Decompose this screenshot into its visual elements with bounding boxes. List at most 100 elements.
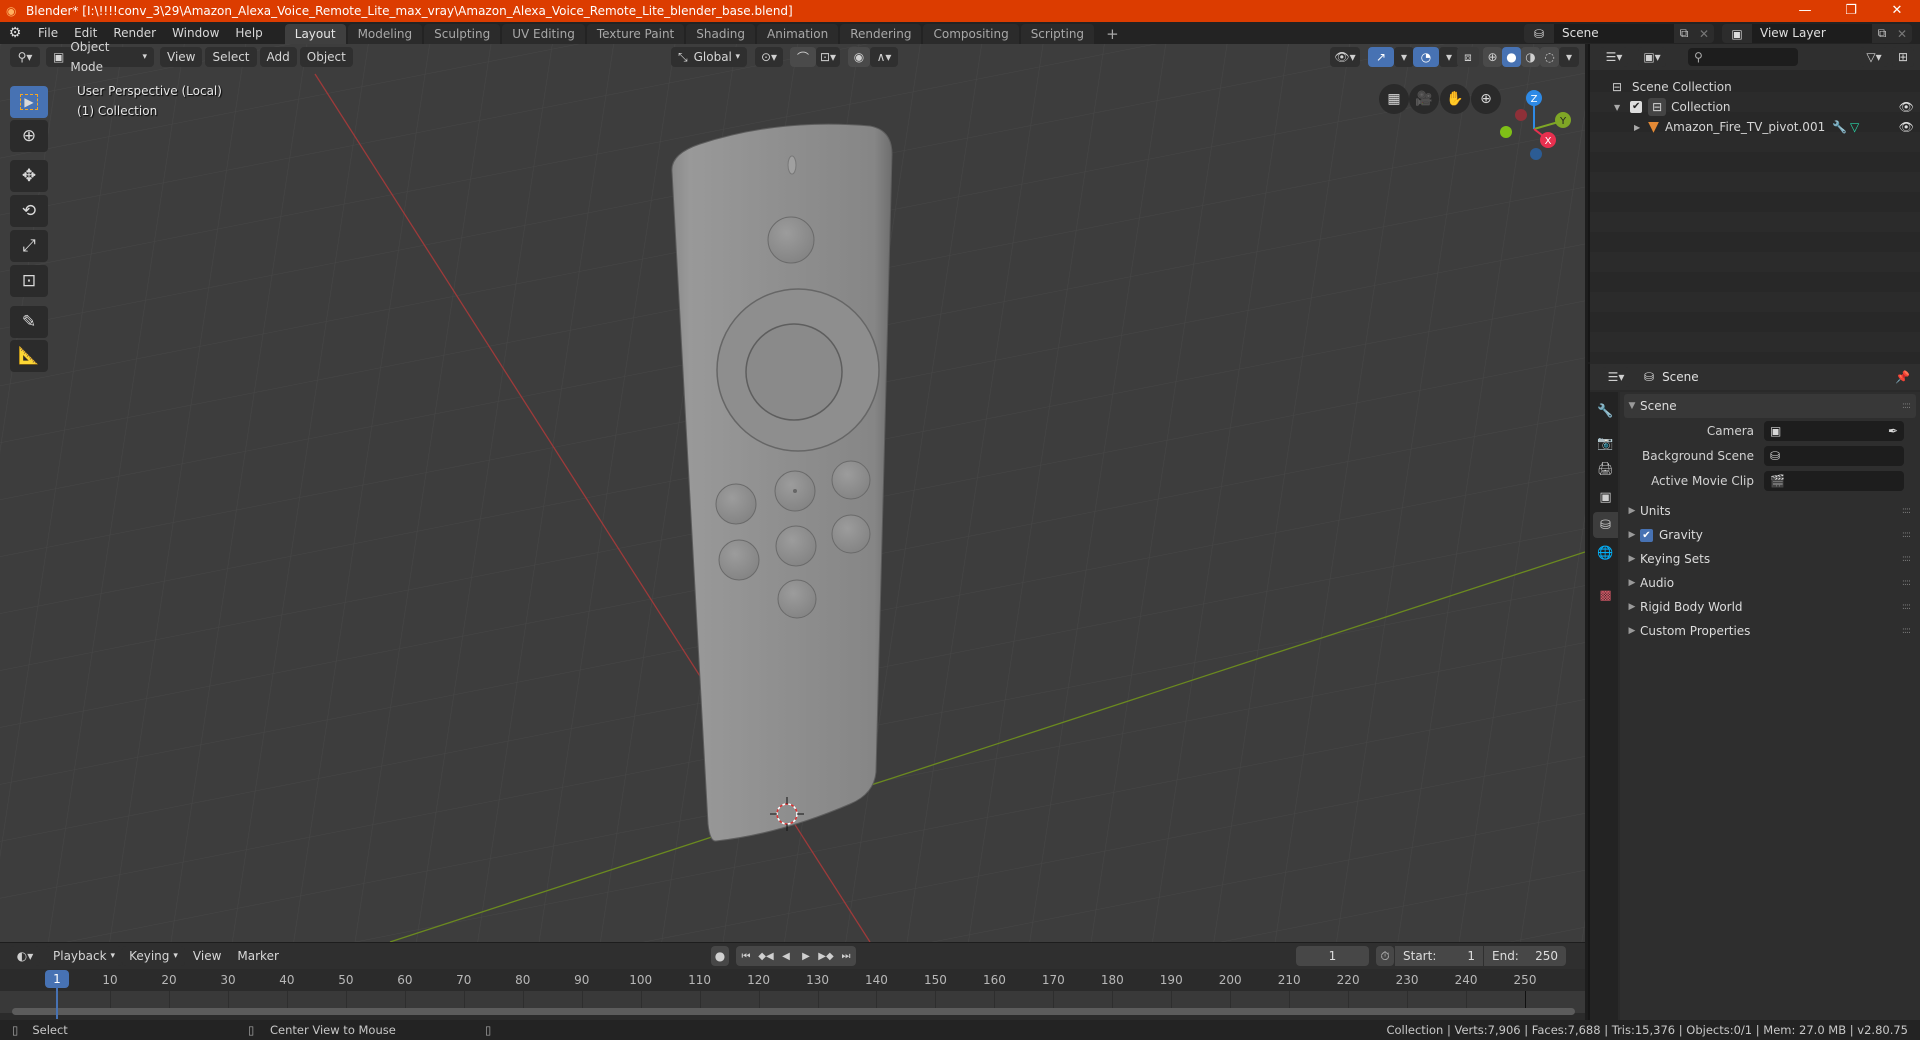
- use-preview-range-icon[interactable]: ⏱: [1376, 946, 1394, 966]
- play-reverse-button[interactable]: ◀: [776, 951, 796, 962]
- keying-sets-panel-header[interactable]: ▶ Keying Sets ::::: [1624, 547, 1916, 571]
- jump-to-start-button[interactable]: ⏮: [736, 951, 756, 962]
- 3d-viewport[interactable]: [0, 44, 1585, 942]
- navigation-gizmo[interactable]: Z Y X: [1490, 84, 1580, 164]
- tab-sculpting[interactable]: Sculpting: [424, 24, 501, 44]
- viewlayer-selector[interactable]: ▣ View Layer ⧉ ✕: [1722, 24, 1912, 43]
- menu-window[interactable]: Window: [164, 22, 227, 44]
- menu-object[interactable]: Object: [299, 47, 353, 67]
- new-view-layer-icon[interactable]: ⧉: [1872, 26, 1892, 41]
- tool-measure[interactable]: 📐: [10, 340, 48, 372]
- tab-layout[interactable]: Layout: [284, 24, 346, 44]
- jump-to-end-button[interactable]: ⏭: [836, 951, 856, 962]
- menu-select[interactable]: Select: [205, 47, 257, 67]
- properties-editor-type-icon[interactable]: ☰▾: [1602, 367, 1630, 387]
- playback-dropdown[interactable]: Playback ▾: [46, 946, 123, 966]
- wireframe-shading-icon[interactable]: ⊕: [1483, 47, 1502, 67]
- active-movie-clip-field[interactable]: 🎬: [1764, 471, 1904, 491]
- new-collection-icon[interactable]: ⊞: [1892, 47, 1914, 67]
- tab-texture[interactable]: ▩: [1593, 582, 1618, 608]
- end-frame-field[interactable]: End: 250: [1484, 946, 1566, 966]
- outliner-row-scene-collection[interactable]: ⊟ Scene Collection: [1590, 77, 1920, 97]
- tab-scene[interactable]: ⛁: [1593, 512, 1618, 538]
- timeline-editor-type-icon[interactable]: ◐▾: [10, 946, 40, 966]
- tool-move[interactable]: ✥: [10, 160, 48, 192]
- xray-toggle-icon[interactable]: ⧈: [1457, 47, 1479, 67]
- camera-field[interactable]: ▣ ✒: [1764, 421, 1904, 441]
- view-layer-name-field[interactable]: View Layer: [1752, 24, 1872, 43]
- tool-select-box[interactable]: ▶: [10, 86, 48, 118]
- timeline-menu-marker[interactable]: Marker: [229, 945, 286, 967]
- tool-rotate[interactable]: ⟲: [10, 195, 48, 227]
- timeline-ruler[interactable]: 10 20 30 40 50 60 70 80 90 100 110 120 130 140 150 160 1…: [0, 969, 1585, 991]
- drag-grip-icon[interactable]: ::::: [1902, 602, 1911, 612]
- camera-view-button[interactable]: 🎥: [1409, 84, 1439, 114]
- new-scene-icon[interactable]: ⧉: [1674, 26, 1694, 41]
- menu-file[interactable]: File: [30, 22, 66, 44]
- gizmo-toggle-icon[interactable]: ↗: [1368, 47, 1394, 67]
- tab-modeling[interactable]: Modeling: [347, 24, 423, 44]
- drag-grip-icon[interactable]: ::::: [1902, 554, 1911, 564]
- play-button[interactable]: ▶: [796, 951, 816, 962]
- proportional-editing-icon[interactable]: ◉: [848, 47, 870, 67]
- eyedropper-icon[interactable]: ✒: [1888, 424, 1898, 438]
- tab-shading[interactable]: Shading: [686, 24, 755, 44]
- gizmo-dropdown[interactable]: ▾: [1394, 47, 1414, 67]
- collection-exclude-checkbox[interactable]: ✔: [1630, 101, 1643, 113]
- keying-dropdown[interactable]: Keying ▾: [122, 946, 185, 966]
- drag-grip-icon[interactable]: ::::: [1902, 401, 1911, 411]
- rigid-body-world-panel-header[interactable]: ▶ Rigid Body World ::::: [1624, 595, 1916, 619]
- add-workspace-button[interactable]: +: [1096, 24, 1129, 44]
- tool-transform[interactable]: ⊡: [10, 265, 48, 297]
- tab-compositing[interactable]: Compositing: [923, 24, 1019, 44]
- editor-type-icon[interactable]: ⚲▾: [10, 47, 40, 67]
- tool-annotate[interactable]: ✎: [10, 306, 48, 338]
- visibility-dropdown[interactable]: 👁▾: [1330, 47, 1360, 67]
- tab-rendering[interactable]: Rendering: [840, 24, 922, 44]
- tool-cursor[interactable]: ⊕: [10, 120, 48, 152]
- scene-selector[interactable]: ⛁ Scene ⧉ ✕: [1524, 24, 1714, 43]
- eye-icon[interactable]: 👁: [1899, 100, 1914, 114]
- solid-shading-icon[interactable]: ●: [1502, 47, 1521, 67]
- snap-toggle-icon[interactable]: ⌒: [790, 47, 816, 67]
- overlays-dropdown[interactable]: ▾: [1439, 47, 1459, 67]
- outliner-search-input[interactable]: ⚲: [1688, 48, 1798, 66]
- close-button[interactable]: ✕: [1874, 0, 1920, 22]
- tool-scale[interactable]: ⤢: [10, 230, 48, 262]
- shading-dropdown[interactable]: ▾: [1559, 47, 1579, 67]
- drag-grip-icon[interactable]: ::::: [1902, 506, 1911, 516]
- custom-properties-panel-header[interactable]: ▶ Custom Properties ::::: [1624, 619, 1916, 643]
- tab-render[interactable]: 📷: [1593, 430, 1618, 456]
- modifier-wrench-icon[interactable]: 🔧: [1832, 120, 1847, 134]
- timeline-menu-view[interactable]: View: [185, 945, 229, 967]
- pin-icon[interactable]: 📌: [1895, 370, 1910, 384]
- menu-help[interactable]: Help: [227, 22, 270, 44]
- drag-grip-icon[interactable]: ::::: [1902, 626, 1911, 636]
- jump-to-prev-keyframe-button[interactable]: ◆◀: [756, 951, 776, 962]
- mode-dropdown[interactable]: ▣ Object Mode ▾: [46, 40, 154, 74]
- eye-icon[interactable]: 👁: [1899, 120, 1914, 134]
- tab-view-layer[interactable]: ▣: [1593, 484, 1618, 510]
- drag-grip-icon[interactable]: ::::: [1902, 530, 1911, 540]
- units-panel-header[interactable]: ▶ Units ::::: [1624, 499, 1916, 523]
- current-frame-field[interactable]: 1: [1296, 946, 1369, 966]
- tab-texture-paint[interactable]: Texture Paint: [586, 24, 685, 44]
- audio-panel-header[interactable]: ▶ Audio ::::: [1624, 571, 1916, 595]
- minimize-button[interactable]: —: [1782, 0, 1828, 22]
- timeline-scrollbar[interactable]: [12, 1008, 1575, 1015]
- blender-menu-icon[interactable]: ⚙: [0, 25, 30, 41]
- proportional-falloff-dropdown[interactable]: ∧▾: [870, 47, 898, 67]
- menu-view[interactable]: View: [160, 47, 203, 67]
- gravity-panel-header[interactable]: ▶ ✔ Gravity ::::: [1624, 523, 1916, 547]
- overlays-toggle-icon[interactable]: ◔: [1413, 47, 1439, 67]
- background-scene-field[interactable]: ⛁: [1764, 446, 1904, 466]
- filter-dropdown[interactable]: ▽▾: [1860, 47, 1888, 67]
- tab-scripting[interactable]: Scripting: [1020, 24, 1095, 44]
- pan-view-button[interactable]: ✋: [1440, 84, 1470, 114]
- toggle-grid-view-button[interactable]: ▦: [1379, 84, 1409, 114]
- auto-keying-button[interactable]: ●: [711, 946, 729, 966]
- tab-uv-editing[interactable]: UV Editing: [502, 24, 585, 44]
- tab-animation[interactable]: Animation: [757, 24, 839, 44]
- display-mode-dropdown[interactable]: ▣▾: [1638, 47, 1666, 67]
- delete-view-layer-icon[interactable]: ✕: [1892, 27, 1912, 41]
